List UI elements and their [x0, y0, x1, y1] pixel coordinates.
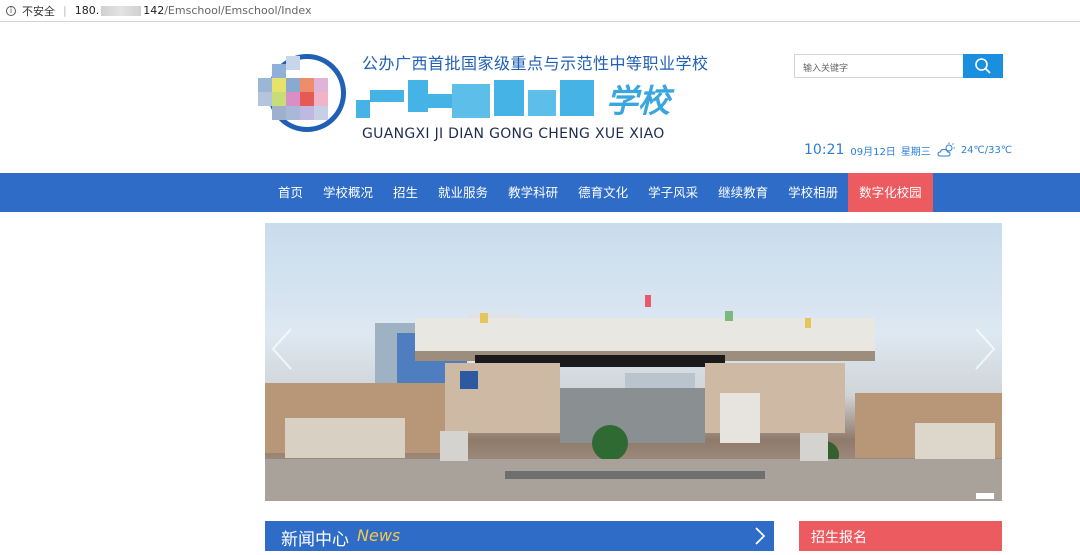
current-time: 10:21	[804, 142, 845, 158]
news-title-en: News	[357, 526, 401, 545]
current-weekday: 星期三	[900, 146, 931, 158]
nav-item-7[interactable]: 继续教育	[708, 173, 778, 212]
nav-item-3[interactable]: 就业服务	[428, 173, 498, 212]
redacted-host	[101, 5, 142, 16]
url-path: /Emschool/Emschool/Index	[164, 4, 312, 17]
current-date: 09月12日	[850, 146, 896, 158]
main-nav: 首页 学校概况 招生 就业服务 教学科研 德育文化 学子风采 继续教育 学校相册 数字化校园	[0, 173, 1080, 212]
carousel-prev-icon[interactable]	[269, 327, 295, 371]
datetime-weather: 10:21 09月12日 星期三 24℃/33℃	[804, 140, 1012, 160]
nav-item-2[interactable]: 招生	[383, 173, 428, 212]
site-header: 公办广西首批国家级重点与示范性中等职业学校 学校 GUANGXI JI DIAN…	[0, 22, 1080, 172]
browser-address-bar[interactable]: i 不安全 | 180. 142 /Emschool/Emschool/Inde…	[0, 0, 1080, 22]
carousel-next-icon[interactable]	[972, 327, 998, 371]
security-status: 不安全	[22, 4, 55, 18]
campus-gate-photo	[265, 295, 1002, 501]
nav-items: 首页 学校概况 招生 就业服务 教学科研 德育文化 学子风采 继续教育 学校相册 数字化校园	[268, 173, 933, 212]
school-name-tail: 学校	[606, 82, 671, 120]
nav-item-1[interactable]: 学校概况	[313, 173, 383, 212]
address-separator: |	[63, 4, 67, 17]
cloud-sun-icon	[937, 142, 955, 157]
hero-carousel[interactable]	[265, 223, 1002, 501]
news-center-header[interactable]: 新闻中心 News	[265, 521, 774, 551]
school-logo[interactable]	[258, 56, 346, 132]
url-host-prefix: 180.	[74, 4, 100, 17]
search-input[interactable]: 输入关键字	[794, 54, 964, 78]
nav-item-6[interactable]: 学子风采	[638, 173, 708, 212]
redacted-school-name	[354, 76, 604, 118]
nav-item-0[interactable]: 首页	[268, 173, 313, 212]
nav-item-8[interactable]: 学校相册	[778, 173, 848, 212]
nav-item-9[interactable]: 数字化校园	[848, 173, 933, 212]
news-title-cn: 新闻中心	[281, 530, 349, 550]
carousel-indicator[interactable]	[976, 493, 994, 499]
nav-item-4[interactable]: 教学科研	[498, 173, 568, 212]
search-icon	[975, 58, 991, 74]
search-button[interactable]	[963, 54, 1003, 78]
enroll-title: 招生报名	[811, 530, 867, 546]
chevron-right-icon[interactable]	[754, 527, 766, 545]
enrollment-header[interactable]: 招生报名	[799, 521, 1002, 551]
school-slogan: 公办广西首批国家级重点与示范性中等职业学校	[362, 54, 709, 73]
temperature: 24℃/33℃	[960, 144, 1013, 156]
url-host-suffix: 142	[143, 4, 165, 17]
info-icon[interactable]: i	[6, 5, 16, 16]
nav-item-5[interactable]: 德育文化	[568, 173, 638, 212]
school-name-english: GUANGXI JI DIAN GONG CHENG XUE XIAO	[362, 126, 665, 142]
